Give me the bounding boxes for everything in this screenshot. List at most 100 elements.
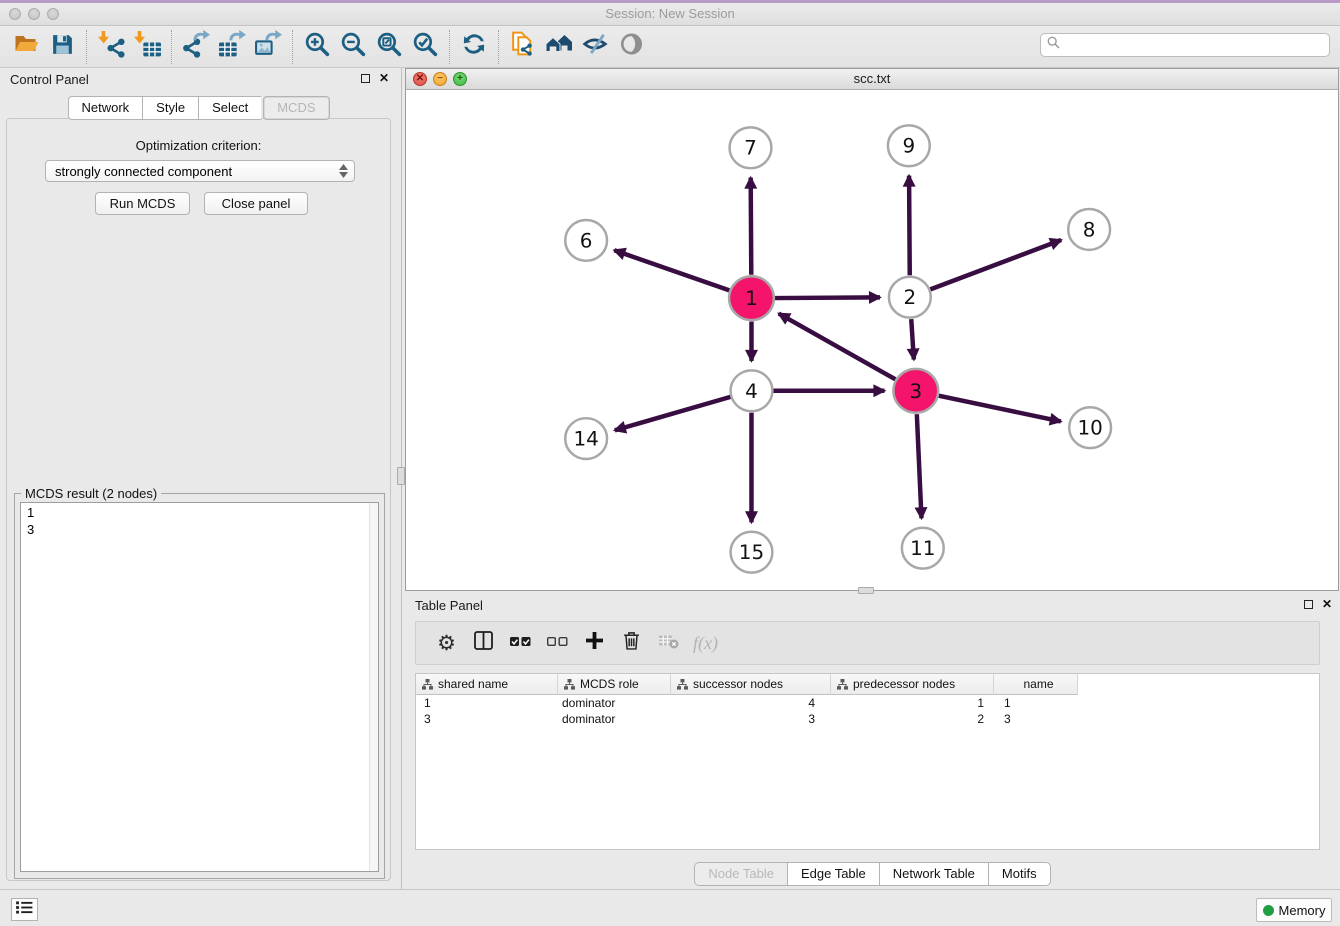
graph-node-11[interactable]: 11 bbox=[902, 528, 944, 569]
delete-columns-button[interactable] bbox=[613, 625, 650, 661]
graph-edge-3-1[interactable] bbox=[779, 314, 896, 380]
tab-network-table[interactable]: Network Table bbox=[879, 862, 988, 886]
export-image-button[interactable] bbox=[250, 30, 286, 64]
clone-network-button[interactable] bbox=[505, 30, 541, 64]
toggle-graphics-details-button[interactable] bbox=[577, 30, 613, 64]
task-history-button[interactable] bbox=[11, 898, 38, 921]
graph-node-9[interactable]: 9 bbox=[888, 125, 930, 166]
zoom-fit-button[interactable] bbox=[371, 30, 407, 64]
zoom-out-button[interactable] bbox=[335, 30, 371, 64]
graph-edge-1-7[interactable] bbox=[751, 178, 752, 275]
tab-select[interactable]: Select bbox=[198, 96, 261, 120]
network-canvas[interactable]: 7 9 6 8 1 2 4 3 14 10 15 11 bbox=[406, 90, 1338, 590]
network-maximize-icon[interactable]: + bbox=[453, 72, 467, 86]
delete-table-button[interactable] bbox=[650, 625, 687, 661]
close-panel-button[interactable]: Close panel bbox=[204, 192, 308, 215]
network-window-titlebar[interactable]: ✕ − + scc.txt bbox=[406, 69, 1338, 90]
mcds-result-scrollbar[interactable] bbox=[369, 503, 378, 871]
select-all-button[interactable] bbox=[502, 625, 539, 661]
table-options-button[interactable]: ⚙ bbox=[428, 625, 465, 661]
close-panel-icon[interactable]: ✕ bbox=[1322, 600, 1332, 609]
horizontal-splitter-handle[interactable] bbox=[858, 587, 874, 594]
column-label: MCDS role bbox=[580, 677, 639, 691]
titlebar: Session: New Session bbox=[0, 3, 1340, 26]
apply-layout-button[interactable] bbox=[456, 30, 492, 64]
export-network-button[interactable] bbox=[178, 30, 214, 64]
save-session-button[interactable] bbox=[44, 30, 80, 64]
graph-edge-2-8[interactable] bbox=[930, 240, 1061, 289]
table-cell[interactable]: dominator bbox=[558, 711, 671, 727]
table-row[interactable]: 1dominator411 bbox=[416, 695, 1319, 711]
tab-network[interactable]: Network bbox=[67, 96, 142, 120]
eye-slash-icon bbox=[582, 31, 609, 62]
show-column-panel-button[interactable] bbox=[465, 625, 502, 661]
trash-icon bbox=[623, 631, 640, 655]
minimize-window-button[interactable] bbox=[28, 8, 40, 20]
network-minimize-icon[interactable]: − bbox=[433, 72, 447, 86]
zoom-selected-button[interactable] bbox=[407, 30, 443, 64]
add-column-button[interactable] bbox=[576, 625, 613, 661]
table-cell[interactable]: dominator bbox=[558, 695, 671, 711]
column-header-successor-nodes[interactable]: successor nodes bbox=[671, 674, 831, 695]
graph-node-7[interactable]: 7 bbox=[730, 127, 772, 168]
table-cell[interactable]: 1 bbox=[994, 695, 1078, 711]
table-cell[interactable]: 3 bbox=[416, 711, 558, 727]
graph-node-4[interactable]: 4 bbox=[731, 370, 773, 411]
table-cell[interactable]: 4 bbox=[671, 695, 831, 711]
table-cell[interactable]: 3 bbox=[994, 711, 1078, 727]
tab-node-table[interactable]: Node Table bbox=[694, 862, 787, 886]
graph-edge-3-10[interactable] bbox=[939, 396, 1061, 422]
run-mcds-button[interactable]: Run MCDS bbox=[95, 192, 190, 215]
zoom-in-button[interactable] bbox=[299, 30, 335, 64]
import-network-button[interactable] bbox=[93, 30, 129, 64]
network-close-icon[interactable]: ✕ bbox=[413, 72, 427, 86]
graph-node-3[interactable]: 3 bbox=[893, 369, 938, 413]
graph-edge-1-2[interactable] bbox=[775, 297, 880, 298]
graph-edge-2-9[interactable] bbox=[909, 176, 910, 276]
graph-node-2[interactable]: 2 bbox=[889, 277, 931, 318]
import-table-button[interactable] bbox=[129, 30, 165, 64]
memory-button[interactable]: Memory bbox=[1256, 898, 1332, 922]
show-all-networks-button[interactable] bbox=[541, 30, 577, 64]
function-builder-button[interactable]: f(x) bbox=[687, 625, 724, 661]
tab-motifs[interactable]: Motifs bbox=[988, 862, 1051, 886]
graph-edge-2-3[interactable] bbox=[911, 319, 914, 359]
graph-node-1[interactable]: 1 bbox=[729, 276, 774, 320]
graph-node-10[interactable]: 10 bbox=[1069, 407, 1111, 448]
close-panel-icon[interactable]: ✕ bbox=[379, 74, 389, 83]
tab-edge-table[interactable]: Edge Table bbox=[787, 862, 879, 886]
column-header-predecessor-nodes[interactable]: predecessor nodes bbox=[831, 674, 994, 695]
tab-mcds[interactable]: MCDS bbox=[263, 96, 329, 120]
column-header-shared-name[interactable]: shared name bbox=[416, 674, 558, 695]
graph-node-14[interactable]: 14 bbox=[565, 418, 607, 459]
float-panel-icon[interactable] bbox=[361, 74, 370, 83]
float-panel-icon[interactable] bbox=[1304, 600, 1313, 609]
open-session-button[interactable] bbox=[8, 30, 44, 64]
table-panel-title: Table Panel bbox=[415, 598, 483, 613]
column-header-name[interactable]: name bbox=[994, 674, 1078, 695]
table-row[interactable]: 3dominator323 bbox=[416, 711, 1319, 727]
optimization-criterion-select[interactable]: strongly connected component bbox=[45, 160, 355, 182]
network-graph[interactable]: 7 9 6 8 1 2 4 3 14 10 15 11 bbox=[406, 90, 1338, 590]
table-cell[interactable]: 1 bbox=[831, 695, 994, 711]
column-header-mcds-role[interactable]: MCDS role bbox=[558, 674, 671, 695]
table-cell[interactable]: 3 bbox=[671, 711, 831, 727]
table-cell[interactable]: 2 bbox=[831, 711, 994, 727]
graph-node-6[interactable]: 6 bbox=[565, 220, 607, 261]
graph-edge-3-11[interactable] bbox=[917, 414, 922, 518]
table-cell[interactable]: 1 bbox=[416, 695, 558, 711]
clear-selection-button[interactable] bbox=[539, 625, 576, 661]
search-box[interactable] bbox=[1040, 33, 1330, 57]
graph-node-8[interactable]: 8 bbox=[1068, 209, 1110, 250]
export-table-button[interactable] bbox=[214, 30, 250, 64]
birds-eye-view-button[interactable] bbox=[613, 30, 649, 64]
close-window-button[interactable] bbox=[9, 8, 21, 20]
vertical-splitter-handle[interactable] bbox=[397, 467, 405, 485]
graph-edge-4-14[interactable] bbox=[615, 397, 731, 430]
search-input[interactable] bbox=[1064, 38, 1323, 53]
graph-edge-1-6[interactable] bbox=[614, 250, 729, 290]
mcds-result-text[interactable]: 1 3 bbox=[20, 502, 379, 872]
tab-style[interactable]: Style bbox=[142, 96, 198, 120]
maximize-window-button[interactable] bbox=[47, 8, 59, 20]
graph-node-15[interactable]: 15 bbox=[731, 532, 773, 573]
